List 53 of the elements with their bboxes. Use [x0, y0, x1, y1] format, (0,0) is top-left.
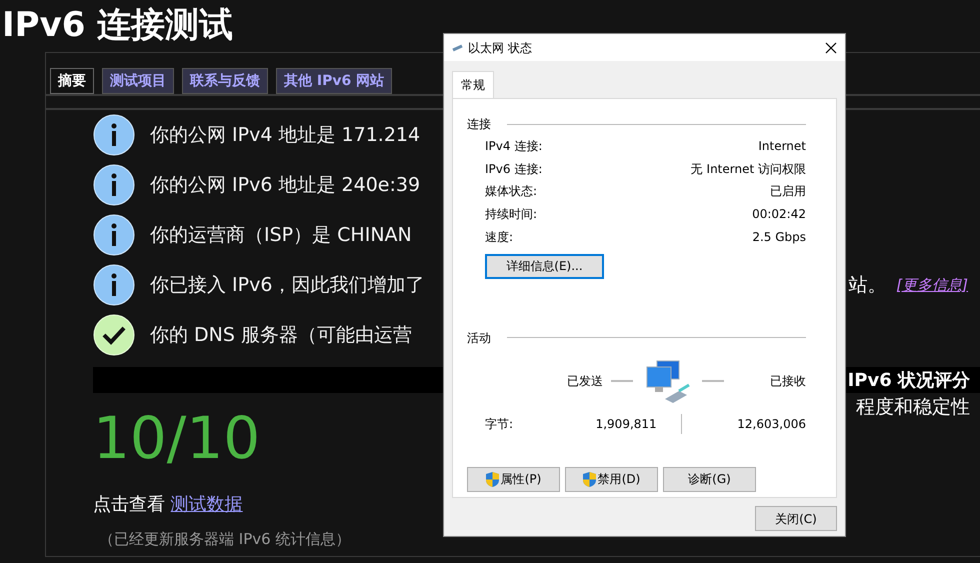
score-caption: 程度和稳定性 — [856, 395, 970, 420]
field-value: 无 Internet 访问权限 — [690, 160, 806, 178]
result-text: 你已接入 IPv6，因此我们增加了 — [150, 272, 424, 298]
field-label: IPv6 连接: — [485, 160, 542, 178]
score-value: 10/10 — [93, 409, 260, 467]
details-button[interactable]: 详细信息(E)... — [485, 254, 604, 279]
result-text: 你的 DNS 服务器（可能由运营 — [150, 322, 412, 348]
dialog-button[interactable]: 禁用(D) — [565, 466, 658, 492]
note-text: （已经更新服务器端 IPv6 统计信息） — [98, 529, 352, 550]
dialog-button[interactable]: 诊断(G) — [663, 466, 756, 492]
dialog-button[interactable]: 属性(P) — [467, 466, 560, 492]
section-heading: 连接 — [467, 116, 491, 133]
received-label: 已接收 — [770, 372, 806, 390]
section-heading: 活动 — [467, 330, 491, 347]
info-icon — [93, 214, 135, 256]
sent-label: 已发送 — [567, 372, 603, 390]
field-value: 已启用 — [770, 183, 806, 200]
view-label: 点击查看 — [93, 494, 166, 515]
sent-bytes: 1,909,811 — [594, 416, 657, 433]
tab[interactable]: 联系与反馈 — [182, 68, 268, 94]
result-text: 你的公网 IPv6 地址是 240e:39 — [150, 172, 420, 198]
score-heading: IPv6 状况评分 — [848, 368, 970, 392]
result-text: 站。 — [848, 272, 886, 298]
field-label: 媒体状态: — [485, 183, 538, 200]
tab[interactable]: 其他 IPv6 网站 — [276, 68, 392, 94]
tab[interactable]: 测试项目 — [102, 68, 174, 94]
received-bytes: 12,603,006 — [736, 416, 806, 433]
window-title: 以太网 状态 — [468, 40, 532, 56]
check-icon — [93, 314, 135, 356]
dash-line — [611, 380, 633, 382]
shield-icon — [486, 472, 499, 487]
info-icon — [93, 264, 135, 306]
result-text: 你的运营商（ISP）是 CHINAN — [150, 222, 412, 248]
tab[interactable]: 摘要 — [50, 68, 94, 94]
cable-icon — [452, 44, 464, 52]
test-data-link[interactable]: 测试数据 — [170, 494, 243, 515]
tab[interactable]: 常规 — [452, 71, 494, 98]
info-icon — [93, 114, 135, 156]
page-title: IPv6 连接测试 — [1, 4, 234, 47]
field-value: 00:02:42 — [752, 206, 806, 224]
close-dialog-button[interactable]: 关闭(C) — [755, 506, 837, 531]
bytes-label: 字节: — [485, 416, 514, 433]
info-icon — [93, 164, 135, 206]
result-text: 你的公网 IPv4 地址是 171.214 — [150, 122, 420, 148]
field-label: 速度: — [485, 228, 514, 246]
more-info-link[interactable]: [更多信息] — [896, 274, 968, 296]
field-value: 2.5 Gbps — [752, 228, 806, 246]
divider-line — [680, 414, 683, 434]
field-label: IPv4 连接: — [485, 138, 542, 156]
shield-icon — [582, 472, 596, 487]
dash-line — [702, 380, 724, 382]
field-value: Internet — [758, 138, 806, 156]
field-label: 持续时间: — [485, 206, 538, 224]
